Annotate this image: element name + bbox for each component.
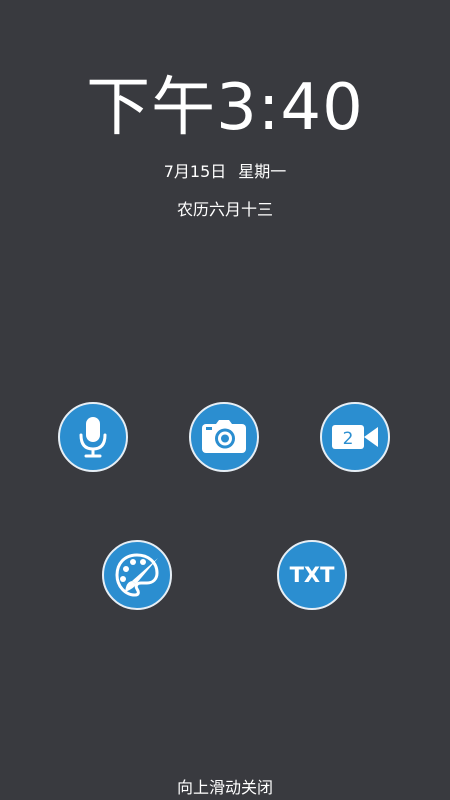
paint-button[interactable] <box>102 540 172 610</box>
date-row: 7月15日 星期一 <box>0 160 450 184</box>
microphone-icon <box>79 417 107 458</box>
txt-icon: TXT <box>289 563 335 587</box>
text-note-button[interactable]: TXT <box>277 540 347 610</box>
voice-record-button[interactable] <box>58 402 128 472</box>
swipe-up-hint[interactable]: 向上滑动关闭 <box>0 776 450 800</box>
video-camera-icon: 2 <box>332 425 378 449</box>
take-photo-button[interactable] <box>189 402 259 472</box>
clock-time: 下午3:40 <box>86 71 364 145</box>
weekday-text: 星期一 <box>238 162 287 181</box>
record-video-button[interactable]: 2 <box>320 402 390 472</box>
date-text: 7月15日 <box>163 162 227 181</box>
lunar-date: 农历六月十三 <box>176 200 273 219</box>
video-badge: 2 <box>343 429 354 449</box>
camera-icon <box>202 420 246 453</box>
paint-palette-icon <box>115 553 159 597</box>
